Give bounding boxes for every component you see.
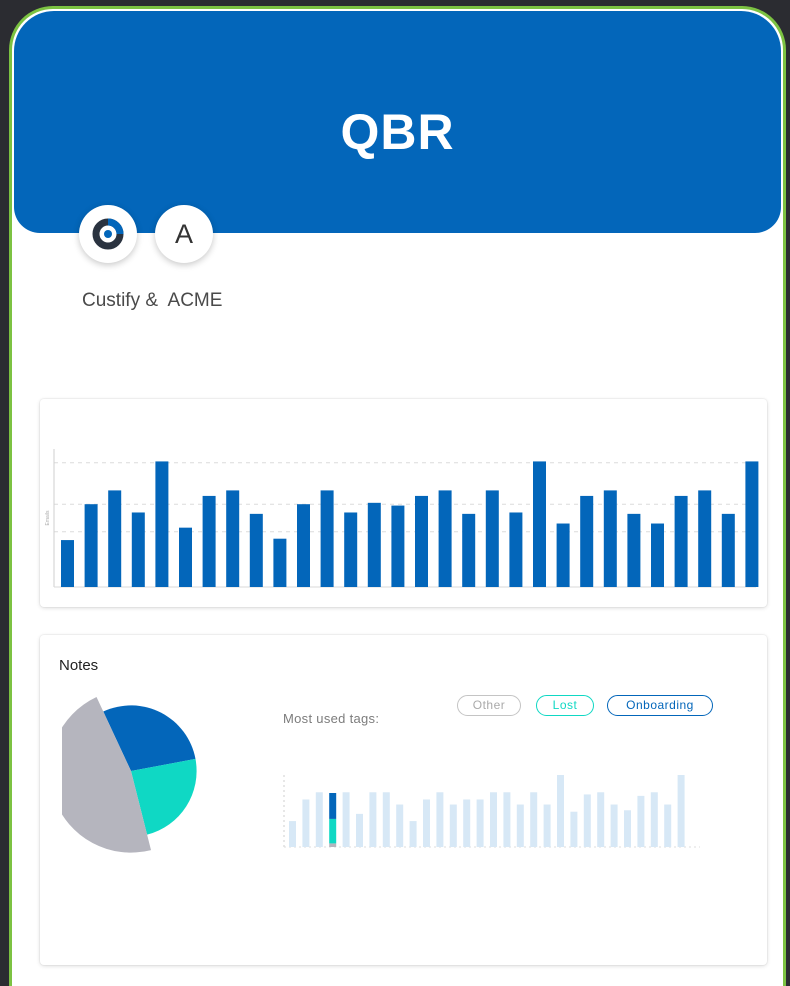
bar-14: [391, 505, 405, 587]
tag-bar-5: [356, 813, 363, 847]
tag-bar-27: [650, 792, 658, 847]
bar-15: [415, 495, 428, 587]
bar-0: [61, 540, 74, 587]
tag-bar-20: [557, 775, 564, 847]
bar-16: [438, 490, 452, 587]
tag-bar-10: [423, 799, 430, 847]
tag-bar-19: [543, 804, 551, 847]
tag-bar-15: [490, 792, 497, 847]
tag-bar-13: [463, 799, 471, 847]
bar-6: [202, 495, 216, 587]
tag-lost[interactable]: Lost: [536, 695, 594, 716]
tag-bar-17: [516, 804, 524, 847]
bar-26: [674, 495, 688, 587]
bar-25: [651, 523, 664, 587]
tag-bar-23: [597, 792, 605, 847]
qbr-slide: QBR A Custify & ACME Emails Notes Most u…: [9, 6, 786, 986]
tag-bar-12: [449, 804, 457, 847]
bar-7: [226, 490, 240, 587]
emails-bar-chart: Emails: [45, 449, 759, 588]
participants-label: Custify & ACME: [82, 290, 223, 311]
y-axis-label: Emails: [45, 510, 51, 526]
bar-23: [603, 490, 617, 587]
tag-bar-9: [409, 821, 417, 847]
bar-27: [698, 490, 712, 587]
bar-22: [580, 495, 594, 587]
bar-24: [627, 513, 641, 587]
notes-title: Notes: [59, 657, 99, 674]
tag-bar-29: [677, 775, 685, 847]
bar-12: [344, 512, 358, 587]
bar-10: [297, 504, 310, 587]
bar-20: [533, 461, 546, 587]
tag-bar-8: [396, 804, 404, 847]
notes-card: Notes Most used tags: Other Lost Onboard…: [40, 635, 767, 965]
bar-29: [745, 461, 759, 587]
bar-1: [84, 504, 98, 587]
custify-logo: [79, 205, 137, 263]
bar-28: [721, 513, 735, 587]
tag-bar-1: [302, 799, 310, 847]
bar-19: [509, 512, 523, 587]
tag-bar-0: [289, 821, 296, 847]
tag-bar-7: [382, 792, 390, 847]
bar-8: [249, 513, 263, 587]
tag-bar-14: [476, 799, 484, 847]
tag-bar-3-lost: [329, 818, 337, 844]
tag-bar-3-onboarding: [329, 793, 337, 819]
bar-9: [273, 538, 287, 587]
tag-bar-21: [570, 811, 578, 847]
bar-5: [179, 527, 192, 587]
tag-bar-11: [436, 792, 444, 847]
tag-bar-4: [342, 792, 350, 847]
tag-bar-3-other: [329, 843, 337, 847]
acme-initial: A: [174, 218, 193, 249]
bar-4: [155, 461, 169, 587]
tag-bar-18: [530, 792, 538, 847]
tag-bar-22: [583, 794, 591, 847]
bar-18: [485, 490, 499, 587]
tag-bar-16: [503, 792, 511, 847]
tag-bar-28: [664, 804, 672, 847]
tag-bar-2: [315, 792, 323, 847]
bar-11: [320, 490, 334, 587]
tag-onboarding[interactable]: Onboarding: [607, 695, 713, 716]
tags-pie-chart: [62, 697, 197, 853]
emails-chart-card: Emails: [40, 399, 767, 607]
tag-bar-25: [624, 810, 631, 847]
tag-bar-26: [637, 795, 645, 847]
tag-other[interactable]: Other: [457, 695, 521, 716]
most-used-tags-label: Most used tags:: [283, 711, 380, 726]
bar-2: [108, 490, 122, 587]
bar-13: [367, 502, 381, 587]
bar-21: [556, 523, 570, 587]
tag-bar-24: [610, 804, 618, 847]
tag-bar-6: [369, 792, 377, 847]
acme-logo: A: [155, 205, 213, 263]
bar-17: [462, 513, 476, 587]
custify-logo-icon: [92, 218, 124, 250]
page-title: QBR: [340, 104, 455, 160]
tags-bar-chart: [283, 775, 700, 848]
bar-3: [131, 512, 145, 587]
header-banner: QBR: [14, 11, 781, 233]
